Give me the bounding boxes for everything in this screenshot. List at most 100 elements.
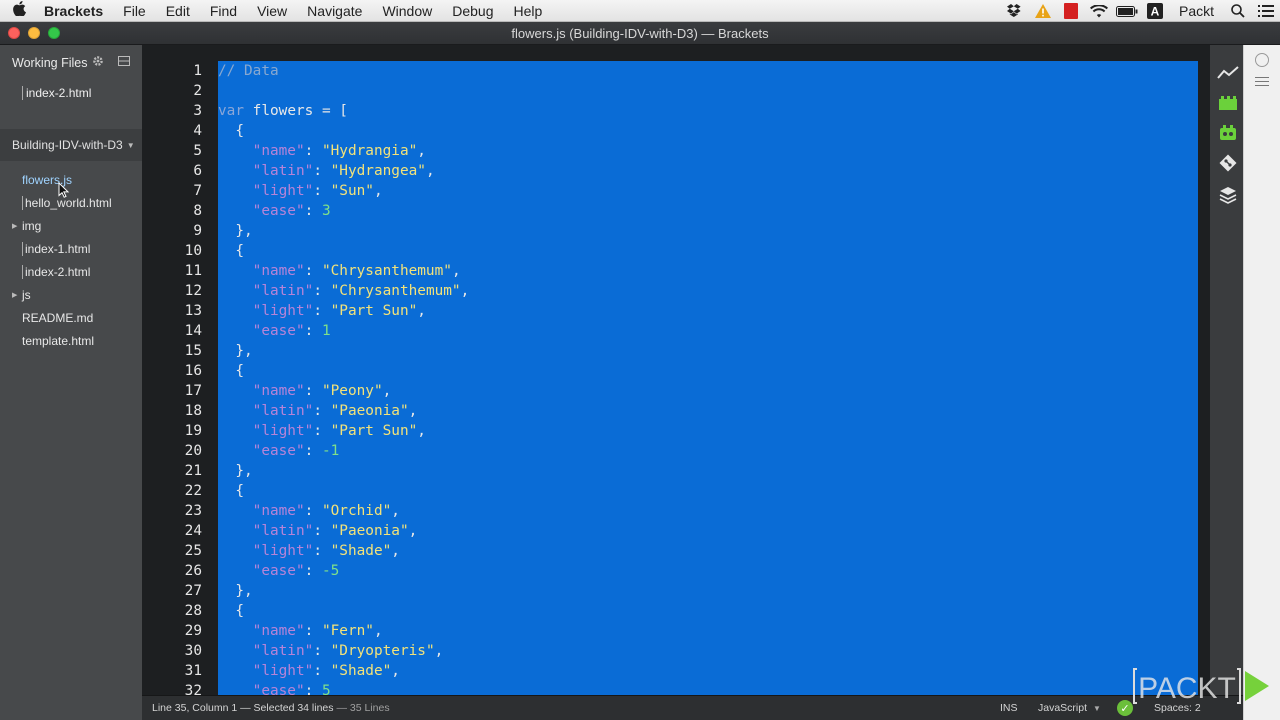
extension-icon[interactable]: [1217, 93, 1239, 113]
menu-edit[interactable]: Edit: [156, 0, 200, 22]
project-dropdown[interactable]: Building-IDV-with-D3 ▼: [0, 129, 142, 161]
line-number: 22: [184, 483, 202, 499]
working-file-item[interactable]: index-2.html: [22, 86, 91, 100]
code-text: {: [218, 603, 244, 619]
extension-manager-icon[interactable]: [1217, 123, 1239, 143]
menu-view[interactable]: View: [247, 0, 297, 22]
file-marker: [22, 195, 23, 210]
tree-item-flowers-js[interactable]: flowers.js: [0, 168, 142, 191]
code-text: "latin": "Paeonia",: [218, 523, 418, 539]
zoom-button[interactable]: [48, 27, 60, 39]
code-lines: 1// Data 2 3 var flowers = [4 {5 "name": "H…: [142, 61, 1243, 695]
line-number: 29: [184, 623, 202, 639]
code-line: 27 },: [142, 581, 1243, 601]
code-line: 21 },: [142, 461, 1243, 481]
tree-item-index-2-html[interactable]: index-2.html: [0, 260, 142, 283]
line-number: 1: [193, 63, 202, 79]
menu-file[interactable]: File: [113, 0, 156, 22]
menu-items: Brackets File Edit Find View Navigate Wi…: [38, 0, 552, 22]
menu-find[interactable]: Find: [200, 0, 247, 22]
window-title: flowers.js (Building-IDV-with-D3) — Brac…: [511, 25, 769, 41]
line-number: 3: [193, 103, 202, 119]
code-text: {: [218, 483, 244, 499]
code-text: "light": "Part Sun",: [218, 303, 426, 319]
tree-item-label: template.html: [22, 333, 95, 348]
code-line: 26 "ease": -5: [142, 561, 1243, 581]
line-number: 7: [193, 183, 202, 199]
line-number: 28: [184, 603, 202, 619]
code-text: {: [218, 363, 244, 379]
line-number: 21: [184, 463, 202, 479]
line-number: 15: [184, 343, 202, 359]
line-number: 18: [184, 403, 202, 419]
tree-item-label: js: [22, 287, 31, 302]
tree-item-label: README.md: [22, 310, 94, 325]
menu-window[interactable]: Window: [372, 0, 442, 22]
line-number: 9: [193, 223, 202, 239]
tree-item-template-html[interactable]: template.html: [0, 329, 142, 352]
sidebar: Working Files index-2.html Building-IDV-…: [0, 45, 142, 720]
menu-navigate[interactable]: Navigate: [297, 0, 372, 22]
tree-item-label: index-2.html: [25, 264, 91, 279]
git-icon[interactable]: [1217, 153, 1239, 173]
chevron-down-icon: ▼: [126, 140, 135, 150]
tree-item-index-1-html[interactable]: index-1.html: [0, 237, 142, 260]
search-icon[interactable]: [1224, 0, 1252, 22]
layers-icon[interactable]: [1217, 185, 1239, 205]
tree-item-label: index-1.html: [25, 241, 91, 256]
selection-info: Line 35, Column 1 — Selected 34 lines: [152, 702, 334, 714]
line-number: 8: [193, 203, 202, 219]
folder-expand-icon[interactable]: ▶: [12, 222, 17, 230]
code-line: 17 "name": "Peony",: [142, 381, 1243, 401]
wifi-icon[interactable]: [1085, 0, 1113, 22]
dropbox-icon[interactable]: [1001, 0, 1029, 22]
battery-icon[interactable]: [1113, 0, 1141, 22]
right-toolbar: [1210, 45, 1244, 695]
code-line: 1 // Data: [142, 61, 1243, 81]
code-line: 28 {: [142, 601, 1243, 621]
code-line: 10 {: [142, 241, 1243, 261]
line-number: 14: [184, 323, 202, 339]
cursor-position: Line 35, Column 1 — Selected 34 lines — …: [152, 702, 390, 714]
code-text: "ease": 5: [218, 683, 331, 695]
menu-app-name[interactable]: Brackets: [38, 0, 113, 22]
menu-debug[interactable]: Debug: [442, 0, 503, 22]
code-line: 31 "light": "Shade",: [142, 661, 1243, 681]
code-text: "latin": "Dryopteris",: [218, 643, 444, 659]
close-button[interactable]: [8, 27, 20, 39]
apple-icon[interactable]: [0, 1, 38, 20]
folder-expand-icon[interactable]: ▶: [12, 291, 17, 299]
tree-item-hello-world-html[interactable]: hello_world.html: [0, 191, 142, 214]
split-view-icon[interactable]: [118, 55, 130, 69]
code-line: 5 "name": "Hydrangia",: [142, 141, 1243, 161]
line-number: 12: [184, 283, 202, 299]
linter-status-icon[interactable]: ✓: [1117, 700, 1133, 716]
code-text: "name": "Orchid",: [218, 503, 400, 519]
insert-mode-toggle[interactable]: INS: [1000, 702, 1018, 714]
tree-item-label: img: [22, 218, 42, 233]
warning-icon[interactable]: [1029, 0, 1057, 22]
code-text: "name": "Chrysanthemum",: [218, 263, 461, 279]
working-files-header: Working Files: [12, 55, 134, 71]
gear-icon[interactable]: [92, 55, 104, 70]
code-editor[interactable]: 1// Data 2 3 var flowers = [4 {5 "name": "H…: [142, 45, 1243, 695]
status-bar: Line 35, Column 1 — Selected 34 lines — …: [142, 695, 1243, 720]
chevron-down-icon: ▼: [1093, 704, 1101, 713]
code-text: },: [218, 583, 253, 599]
code-text: {: [218, 123, 244, 139]
minimize-button[interactable]: [28, 27, 40, 39]
list-icon[interactable]: [1252, 0, 1280, 22]
a-icon[interactable]: A: [1141, 0, 1169, 22]
tree-item-readme-md[interactable]: README.md: [0, 306, 142, 329]
tree-item-js-folder[interactable]: ▶ js: [0, 283, 142, 306]
code-text: "light": "Part Sun",: [218, 423, 426, 439]
menubar-user[interactable]: Packt: [1169, 3, 1224, 19]
mouse-cursor-icon: [58, 182, 70, 198]
language-select[interactable]: JavaScript ▼: [1038, 702, 1101, 714]
menu-help[interactable]: Help: [504, 0, 553, 22]
red-square-icon[interactable]: [1057, 0, 1085, 22]
live-preview-icon[interactable]: [1217, 63, 1239, 83]
tree-item-img-folder[interactable]: ▶ img: [0, 214, 142, 237]
menu-bar: Brackets File Edit Find View Navigate Wi…: [0, 0, 1280, 22]
line-number: 13: [184, 303, 202, 319]
